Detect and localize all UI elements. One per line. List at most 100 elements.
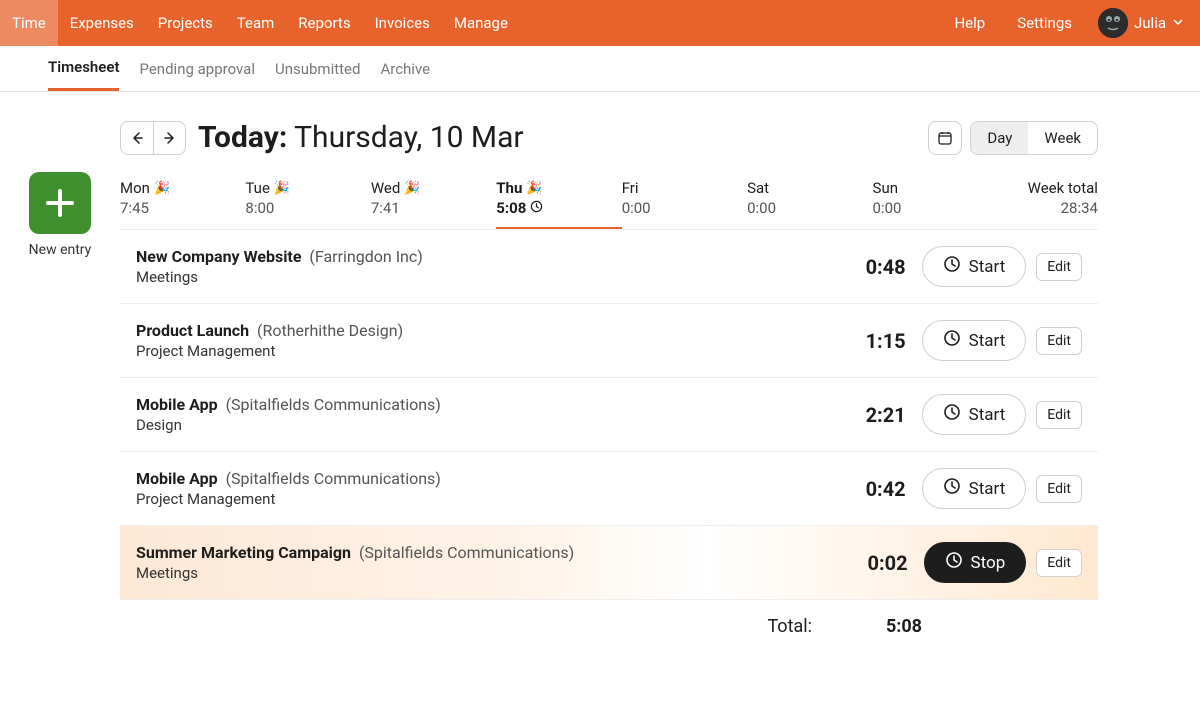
topnav-right: Help Settings Julia	[942, 8, 1190, 38]
topnav-item-team[interactable]: Team	[225, 0, 287, 46]
page-title: Today: Thursday, 10 Mar	[198, 120, 524, 155]
avatar	[1098, 8, 1128, 38]
view-day[interactable]: Day	[971, 122, 1028, 154]
confetti-icon: 🎉	[404, 181, 420, 196]
prev-day-button[interactable]	[121, 122, 153, 154]
time-entry: Summer Marketing Campaign (Spitalfields …	[120, 526, 1098, 600]
entry-info: New Company Website (Farringdon Inc) Meet…	[136, 247, 826, 286]
entry-info: Summer Marketing Campaign (Spitalfields …	[136, 543, 828, 582]
entry-task: Meetings	[136, 268, 826, 286]
entries-list: New Company Website (Farringdon Inc) Meet…	[120, 230, 1098, 600]
help-link[interactable]: Help	[942, 14, 997, 32]
day-sun[interactable]: Sun0:00	[873, 173, 998, 229]
chevron-down-icon	[1172, 14, 1184, 32]
week-total-value: 28:34	[998, 199, 1098, 217]
entry-task: Meetings	[136, 564, 828, 582]
entry-info: Mobile App (Spitalfields Communications)…	[136, 469, 826, 508]
time-entry: Mobile App (Spitalfields Communications)…	[120, 378, 1098, 452]
entry-client: (Spitalfields Communications)	[226, 395, 441, 414]
calendar-icon	[937, 130, 953, 146]
view-week[interactable]: Week	[1028, 122, 1097, 154]
entry-client: (Rotherhithe Design)	[257, 321, 403, 340]
action-label: Start	[969, 331, 1006, 351]
topnav-item-reports[interactable]: Reports	[286, 0, 362, 46]
entry-title: Mobile App (Spitalfields Communications)	[136, 395, 826, 414]
day-mon[interactable]: Mon🎉 7:45	[120, 173, 245, 229]
day-total: 8:00	[245, 199, 370, 217]
top-navigation: TimeExpensesProjectsTeamReportsInvoicesM…	[0, 0, 1200, 46]
entry-project: Product Launch	[136, 321, 249, 340]
title-prefix: Today:	[198, 120, 287, 155]
entry-title: New Company Website (Farringdon Inc)	[136, 247, 826, 266]
subtab-timesheet[interactable]: Timesheet	[48, 46, 119, 91]
day-name: Sun	[873, 179, 998, 197]
day-total: 7:45	[120, 199, 245, 217]
topnav-item-expenses[interactable]: Expenses	[58, 0, 146, 46]
start-button[interactable]: Start	[922, 246, 1027, 287]
title-row: Today: Thursday, 10 Mar Day Week	[120, 120, 1098, 155]
entry-actions: Start Edit	[922, 320, 1082, 361]
subtab-unsubmitted[interactable]: Unsubmitted	[275, 48, 360, 90]
day-sat[interactable]: Sat0:00	[747, 173, 872, 229]
entry-client: (Farringdon Inc)	[309, 247, 422, 266]
entry-task: Project Management	[136, 490, 826, 508]
entry-time: 2:21	[826, 403, 906, 427]
day-tue[interactable]: Tue🎉8:00	[245, 173, 370, 229]
entry-actions: Stop Edit	[924, 542, 1082, 583]
next-day-button[interactable]	[153, 122, 185, 154]
arrow-right-icon	[163, 131, 177, 145]
clock-icon	[943, 477, 961, 500]
edit-button[interactable]: Edit	[1036, 253, 1082, 281]
day-name: Fri	[622, 179, 747, 197]
day-total-value: 5:08	[842, 616, 922, 637]
day-total: 7:41	[371, 199, 496, 217]
entry-time: 0:02	[828, 551, 908, 575]
start-button[interactable]: Start	[922, 468, 1027, 509]
action-label: Start	[969, 405, 1006, 425]
start-button[interactable]: Start	[922, 320, 1027, 361]
arrow-left-icon	[130, 131, 144, 145]
confetti-icon: 🎉	[526, 181, 542, 196]
edit-button[interactable]: Edit	[1036, 549, 1082, 577]
day-total: 5:08	[496, 199, 621, 217]
confetti-icon: 🎉	[274, 181, 290, 196]
entry-title: Summer Marketing Campaign (Spitalfields …	[136, 543, 828, 562]
week-total-label: Week total	[998, 179, 1098, 197]
day-name: Mon🎉	[120, 179, 245, 197]
edit-button[interactable]: Edit	[1036, 327, 1082, 355]
title-date: Thursday, 10 Mar	[294, 120, 523, 155]
day-total: 0:00	[622, 199, 747, 217]
entry-actions: Start Edit	[922, 468, 1082, 509]
day-thu[interactable]: Thu🎉 5:08	[496, 173, 621, 229]
topnav-item-time[interactable]: Time	[0, 0, 58, 46]
action-label: Start	[969, 479, 1006, 499]
subtab-archive[interactable]: Archive	[380, 48, 430, 90]
day-wed[interactable]: Wed🎉7:41	[371, 173, 496, 229]
entry-time: 1:15	[826, 329, 906, 353]
entry-actions: Start Edit	[922, 246, 1082, 287]
edit-button[interactable]: Edit	[1036, 475, 1082, 503]
entry-client: (Spitalfields Communications)	[226, 469, 441, 488]
entry-time: 0:42	[826, 477, 906, 501]
stop-button[interactable]: Stop	[924, 542, 1027, 583]
calendar-button[interactable]	[928, 121, 962, 155]
topnav-item-invoices[interactable]: Invoices	[363, 0, 442, 46]
edit-button[interactable]: Edit	[1036, 401, 1082, 429]
entry-info: Mobile App (Spitalfields Communications)…	[136, 395, 826, 434]
topnav-item-projects[interactable]: Projects	[146, 0, 225, 46]
subtab-pending-approval[interactable]: Pending approval	[139, 48, 255, 90]
confetti-icon: 🎉	[154, 181, 170, 196]
start-button[interactable]: Start	[922, 394, 1027, 435]
settings-link[interactable]: Settings	[1005, 14, 1084, 32]
new-entry-button[interactable]	[29, 172, 91, 234]
entry-client: (Spitalfields Communications)	[359, 543, 574, 562]
day-total-label: Total:	[767, 616, 812, 637]
day-name: Thu🎉	[496, 179, 621, 197]
sub-tabs: Timesheet Pending approval Unsubmitted Arch…	[0, 46, 1200, 92]
entry-title: Product Launch (Rotherhithe Design)	[136, 321, 826, 340]
topnav-item-manage[interactable]: Manage	[442, 0, 520, 46]
day-fri[interactable]: Fri 0:00	[622, 173, 747, 229]
week-total: Week total 28:34	[998, 173, 1098, 229]
user-menu[interactable]: Julia	[1092, 8, 1190, 38]
clock-icon	[943, 255, 961, 278]
